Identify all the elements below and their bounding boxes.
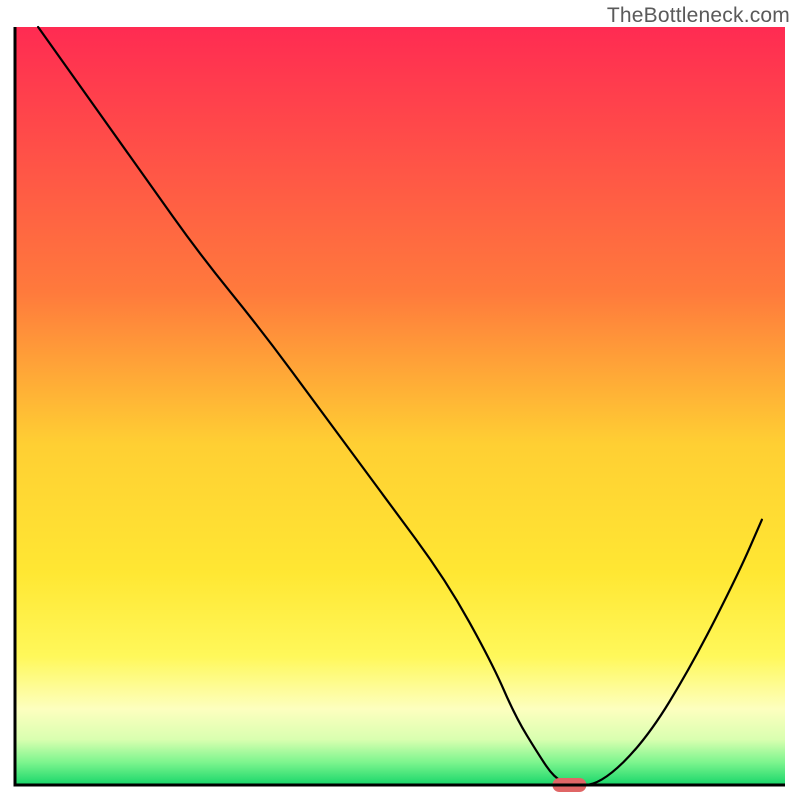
watermark-text: TheBottleneck.com — [607, 4, 790, 28]
plot-background — [15, 27, 785, 785]
bottleneck-chart: TheBottleneck.com — [0, 0, 800, 800]
chart-svg — [0, 0, 800, 800]
